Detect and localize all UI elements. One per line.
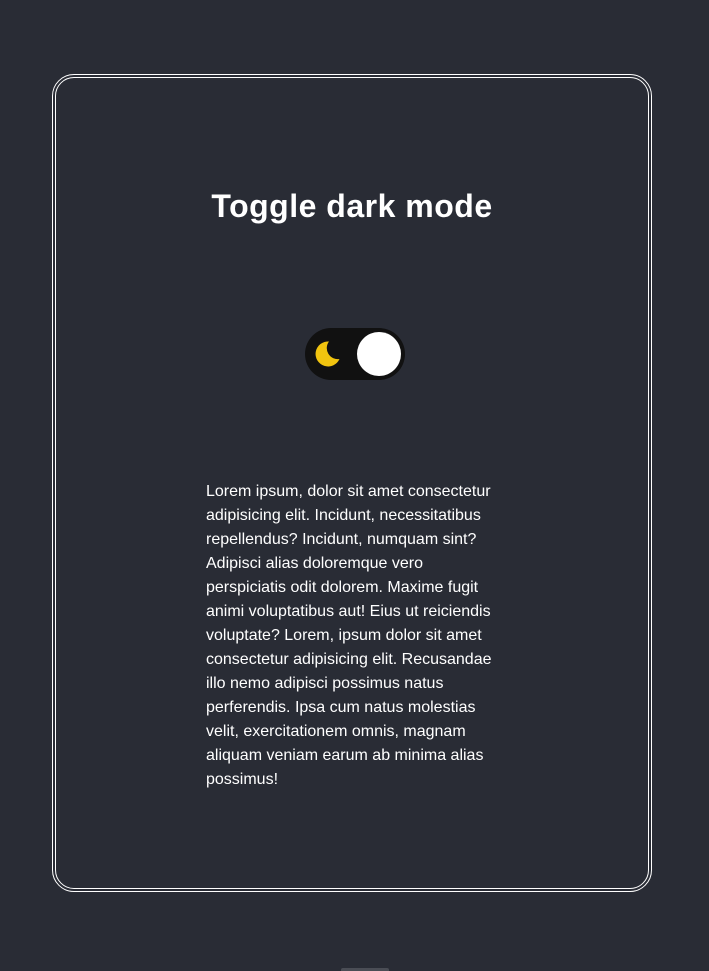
content-card: Toggle dark mode Lorem ipsum, dolor sit …	[52, 74, 652, 892]
toggle-knob[interactable]	[357, 332, 401, 376]
page-title: Toggle dark mode	[211, 188, 493, 224]
body-paragraph: Lorem ipsum, dolor sit amet consectetur …	[206, 483, 492, 788]
moon-icon	[312, 339, 342, 369]
dark-mode-toggle[interactable]	[305, 328, 405, 380]
page: Toggle dark mode Lorem ipsum, dolor sit …	[0, 0, 709, 971]
